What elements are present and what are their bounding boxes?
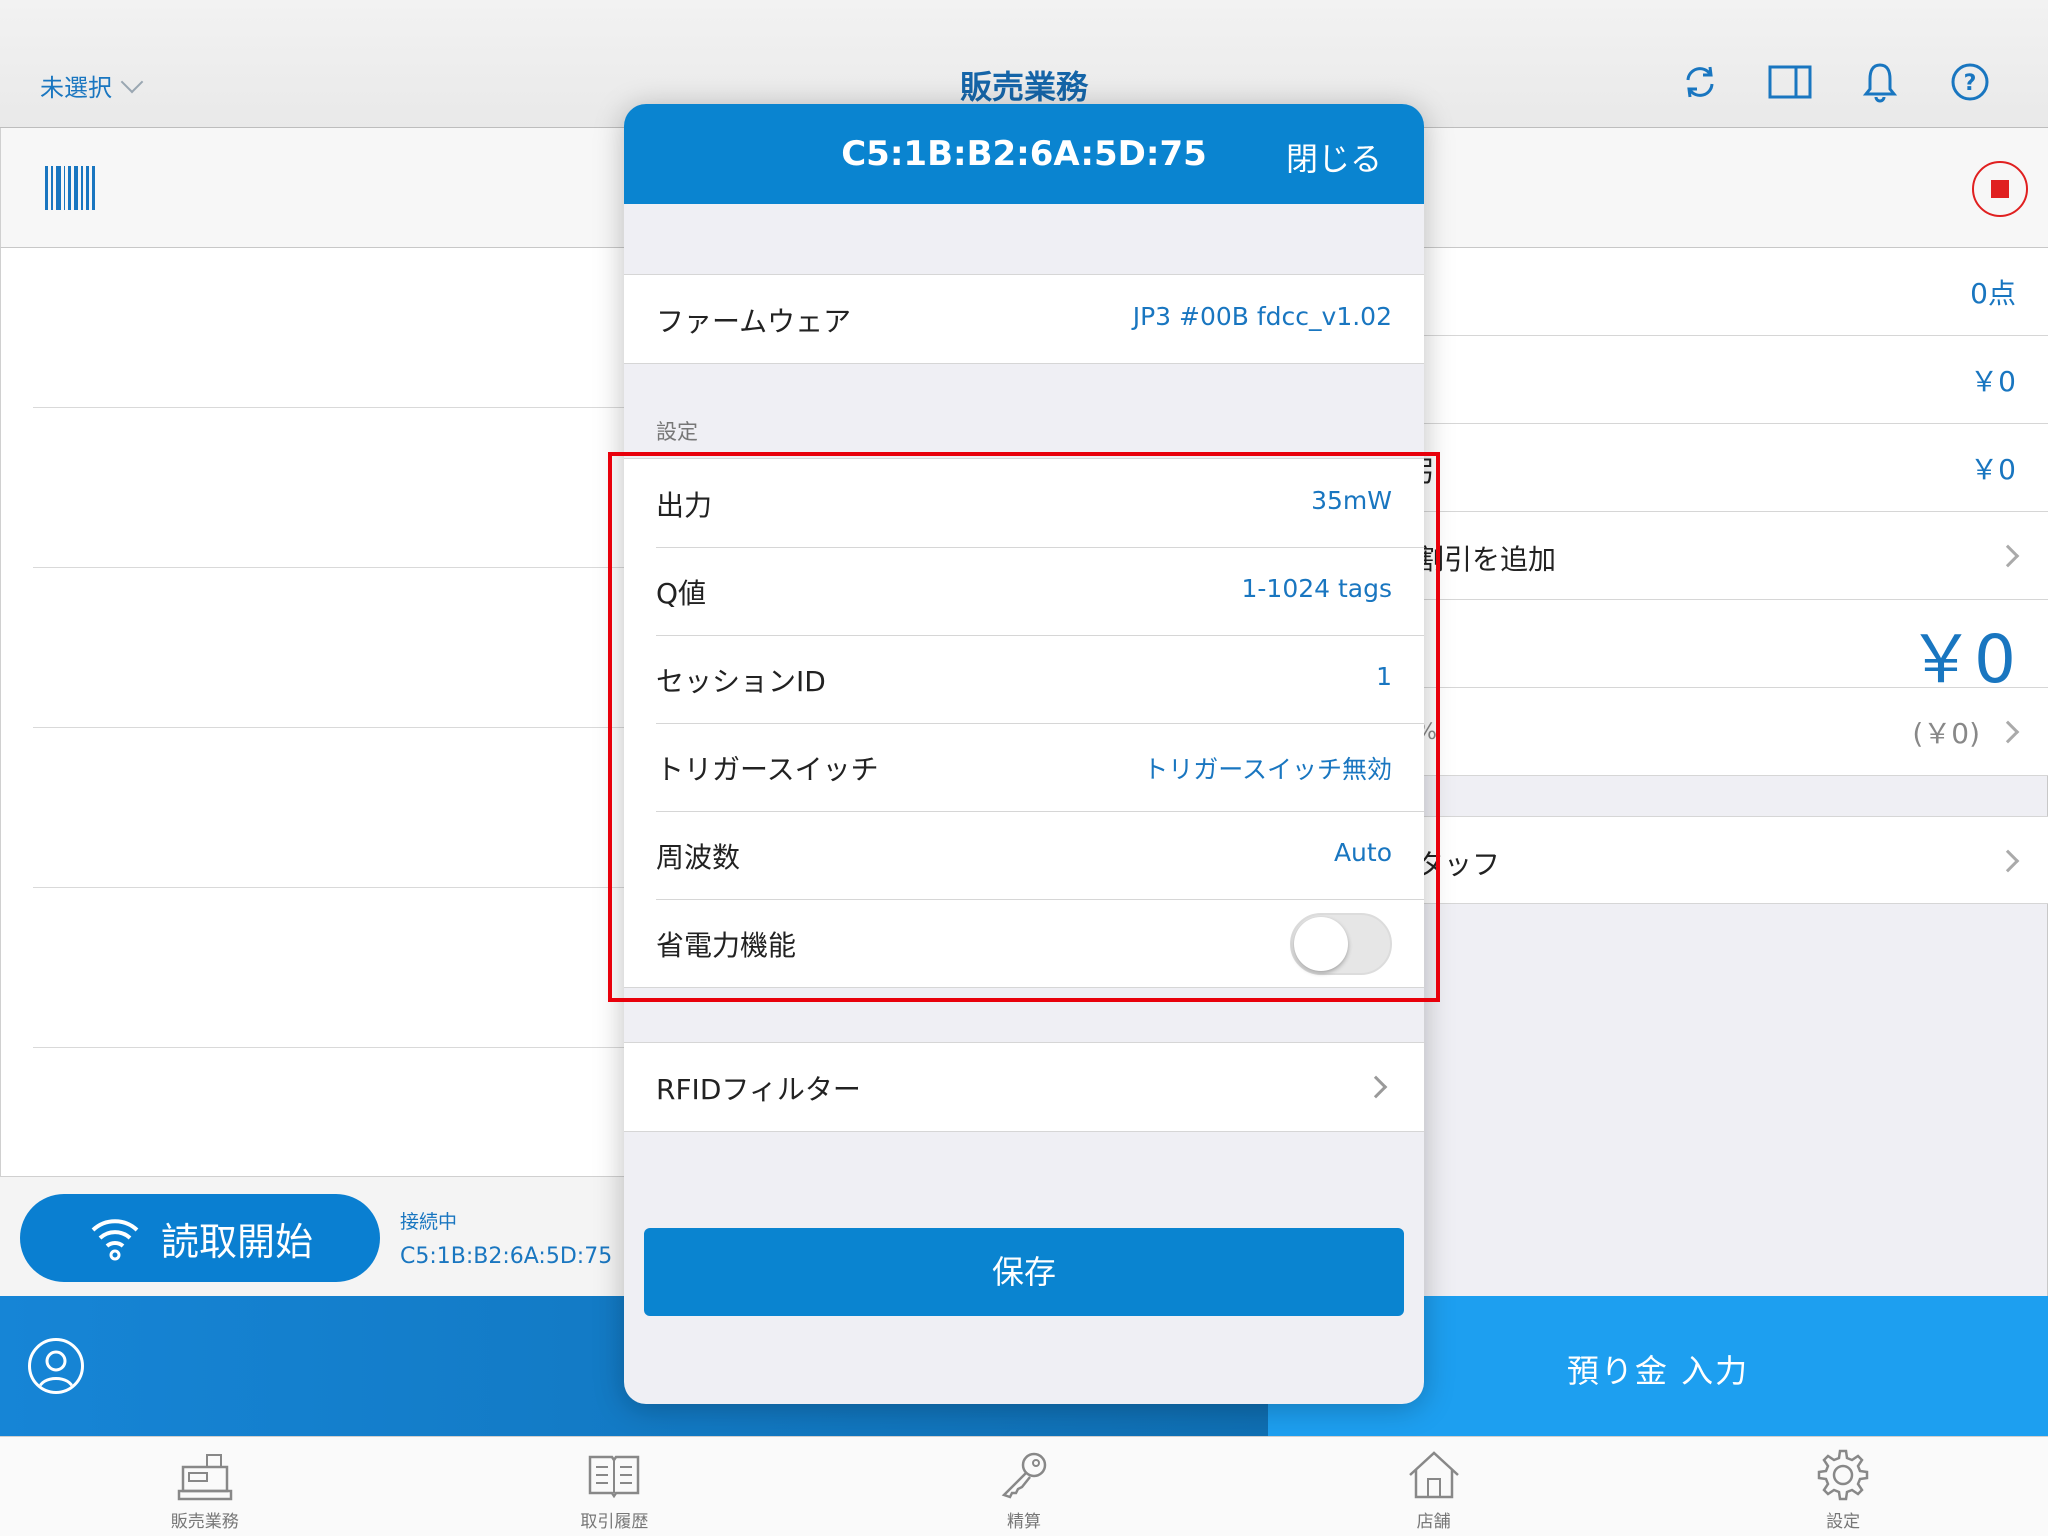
chevron-right-icon xyxy=(1996,849,2020,873)
rfid-filter-label: RFIDフィルター xyxy=(656,1073,861,1106)
firmware-label: ファームウェア xyxy=(656,305,852,338)
start-reading-button[interactable]: 読取開始 xyxy=(20,1194,380,1282)
highlight-annotation-box xyxy=(608,452,1440,1002)
close-button[interactable]: 閉じる xyxy=(1286,134,1382,180)
modal-header: C5:1B:B2:6A:5D:75 閉じる xyxy=(624,104,1424,204)
tab-label: 販売業務 xyxy=(170,1512,239,1532)
subtotal-value: ￥0 xyxy=(1970,365,2016,398)
start-reading-label: 読取開始 xyxy=(160,1219,313,1264)
connection-status: 接続中 C5:1B:B2:6A:5D:75 xyxy=(400,1207,612,1269)
firmware-value: JP3 #00B fdcc_v1.02 xyxy=(1132,302,1392,331)
tab-bar: 販売業務 取引履歴 精算 店舗 設定 xyxy=(0,1436,2048,1536)
chevron-right-icon xyxy=(1996,720,2020,744)
stop-icon xyxy=(1991,180,2009,198)
stop-button[interactable] xyxy=(1972,161,2028,217)
sync-icon[interactable] xyxy=(1678,60,1722,104)
firmware-row: ファームウェア JP3 #00B fdcc_v1.02 xyxy=(624,275,1424,363)
connection-status-label: 接続中 xyxy=(400,1211,458,1233)
top-icon-group: ? xyxy=(1678,60,1992,104)
help-icon[interactable]: ? xyxy=(1948,60,1992,104)
firmware-group: ファームウェア JP3 #00B fdcc_v1.02 xyxy=(624,274,1424,364)
key-icon xyxy=(994,1447,1054,1503)
settings-section-header: 設定 xyxy=(656,420,698,444)
register-icon xyxy=(175,1447,235,1503)
house-icon xyxy=(1404,1447,1464,1503)
save-button[interactable]: 保存 xyxy=(644,1228,1404,1316)
tax-value: (￥0) xyxy=(1912,717,1980,750)
tab-sales[interactable]: 販売業務 xyxy=(0,1437,410,1536)
bell-icon[interactable] xyxy=(1858,60,1902,104)
book-icon xyxy=(584,1447,644,1503)
rfid-filter-row[interactable]: RFIDフィルター xyxy=(624,1043,1424,1131)
tab-label: 精算 xyxy=(1006,1512,1041,1532)
wifi-icon xyxy=(91,1219,139,1261)
chevron-right-icon xyxy=(1364,1075,1388,1099)
tab-label: 店舗 xyxy=(1416,1512,1451,1532)
tab-settings[interactable]: 設定 xyxy=(1638,1437,2048,1536)
customer-avatar-icon[interactable] xyxy=(28,1338,84,1394)
svg-text:?: ? xyxy=(1964,71,1977,96)
chevron-right-icon xyxy=(1996,544,2020,568)
tab-history[interactable]: 取引履歴 xyxy=(410,1437,820,1536)
gear-icon xyxy=(1813,1447,1873,1503)
tab-settlement[interactable]: 精算 xyxy=(819,1437,1229,1536)
connected-device-id: C5:1B:B2:6A:5D:75 xyxy=(400,1244,613,1269)
tab-label: 設定 xyxy=(1826,1512,1861,1532)
item-count-value: 0点 xyxy=(1970,277,2016,310)
barcode-icon[interactable] xyxy=(45,166,95,210)
discount-value: ￥0 xyxy=(1970,453,2016,486)
split-view-icon[interactable] xyxy=(1768,60,1812,104)
tab-store[interactable]: 店舗 xyxy=(1229,1437,1639,1536)
tab-label: 取引履歴 xyxy=(580,1512,649,1532)
rfid-filter-group: RFIDフィルター xyxy=(624,1042,1424,1132)
